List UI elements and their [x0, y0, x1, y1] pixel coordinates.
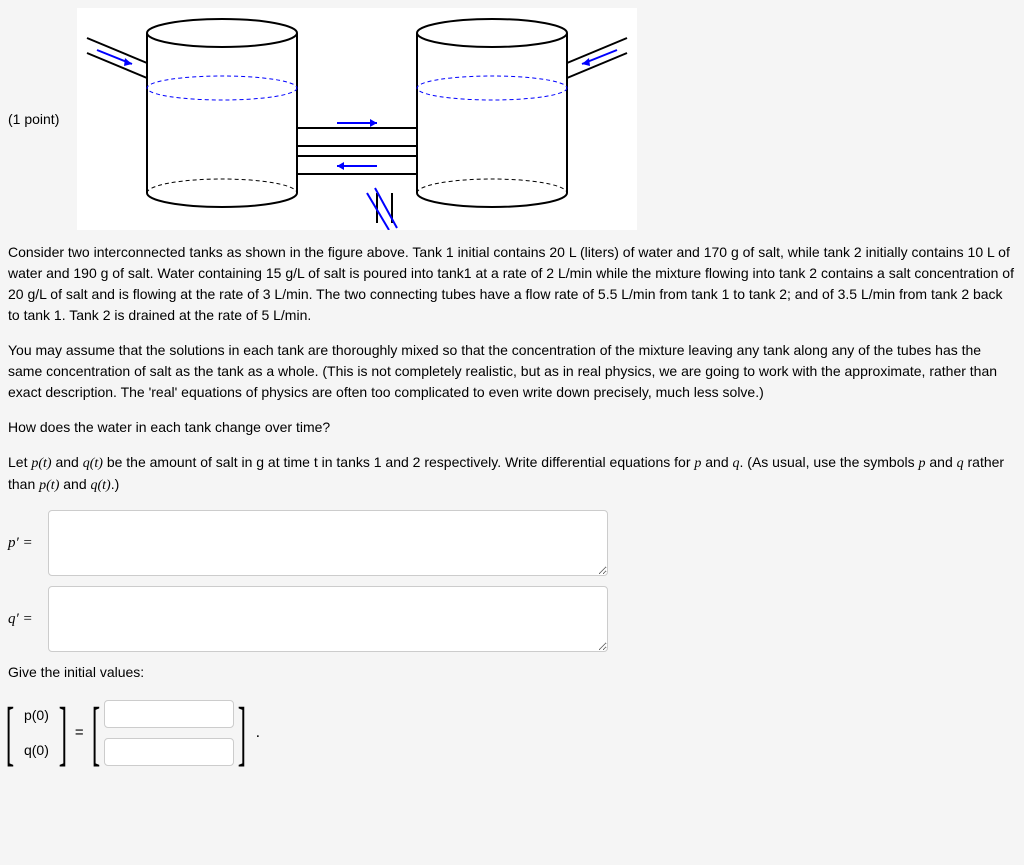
initial-values-row: [ p(0) q(0) ] = [ ] . — [8, 697, 1016, 769]
p-prime-input[interactable] — [48, 510, 608, 576]
points-label: (1 point) — [8, 109, 59, 130]
q-prime-label: q′ = — [8, 608, 48, 631]
left-bracket-1: [ — [6, 697, 14, 769]
p0-input[interactable] — [104, 700, 234, 728]
question-heading: How does the water in each tank change o… — [8, 417, 1016, 438]
problem-paragraph-3: Let p(t) and q(t) be the amount of salt … — [8, 452, 1016, 496]
q0-label: q(0) — [24, 740, 49, 761]
problem-paragraph-2: You may assume that the solutions in eac… — [8, 340, 1016, 403]
right-bracket-2: ] — [237, 697, 245, 769]
problem-paragraph-1: Consider two interconnected tanks as sho… — [8, 242, 1016, 326]
left-bracket-2: [ — [91, 697, 99, 769]
q-prime-input[interactable] — [48, 586, 608, 652]
period: . — [256, 721, 260, 745]
equals-sign: = — [75, 722, 84, 745]
right-bracket-1: ] — [59, 697, 67, 769]
p-prime-label: p′ = — [8, 532, 48, 555]
tanks-diagram — [77, 8, 637, 230]
p0-label: p(0) — [24, 705, 49, 726]
q0-input[interactable] — [104, 738, 234, 766]
initial-values-heading: Give the initial values: — [8, 662, 1016, 683]
